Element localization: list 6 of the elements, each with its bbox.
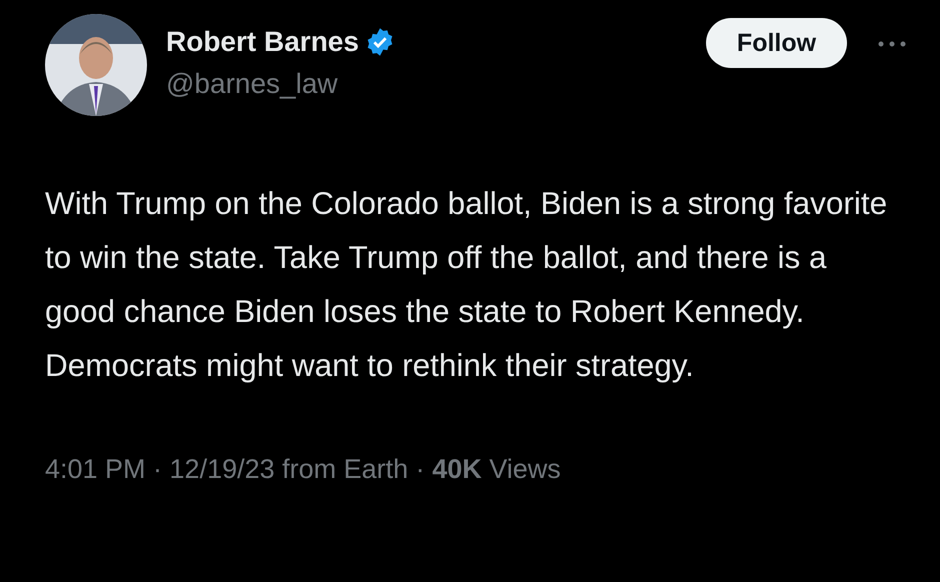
tweet-meta: 4:01 PM · 12/19/23 from Earth · 40K Views [45,454,562,485]
tweet-text: With Trump on the Colorado ballot, Biden is a strong favorite to win the state. Take Trump off the ballot, and there is a good chance Biden loses the state to Robert Kennedy. Democrats might want to rethink their strategy. [45,184,888,385]
more-icon[interactable] [877,39,907,49]
follow-button[interactable]: Follow [706,18,847,68]
author-handle[interactable]: @barnes_law [166,68,395,100]
author-name[interactable]: Robert Barnes [166,26,359,58]
